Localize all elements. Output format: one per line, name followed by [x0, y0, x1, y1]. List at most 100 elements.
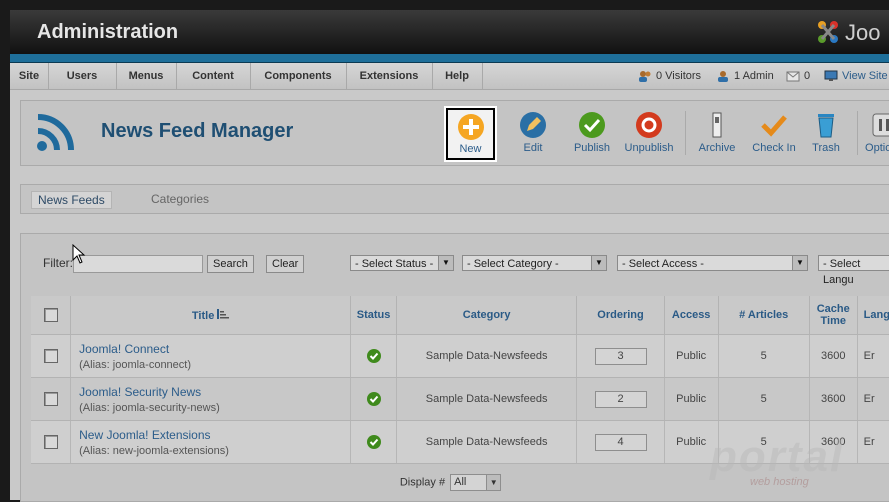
menu-site[interactable]: Site: [10, 63, 49, 89]
joomla-logo: Joo: [809, 18, 889, 48]
ordering-cell: 2: [576, 377, 665, 421]
column-articles[interactable]: # Articles: [718, 296, 810, 335]
feed-title-link[interactable]: Joomla! Connect: [79, 342, 350, 356]
stop-circle-icon: [636, 112, 662, 138]
sort-icon: [217, 308, 230, 319]
trash-button[interactable]: Trash: [798, 107, 854, 159]
admin-title: Administration: [37, 21, 179, 43]
pencil-icon: [520, 112, 546, 138]
checkin-button[interactable]: Check In: [746, 107, 802, 159]
category-cell: Sample Data-Newsfeeds: [396, 334, 578, 378]
menu-users[interactable]: Users: [48, 63, 117, 89]
admin-header: Administration Joo: [10, 10, 889, 54]
filter-label: Filter:: [43, 256, 73, 270]
new-button[interactable]: New: [444, 106, 497, 162]
feed-title-link[interactable]: Joomla! Security News: [79, 385, 350, 399]
status-cell: [350, 377, 397, 421]
column-status[interactable]: Status: [350, 296, 397, 335]
monitor-icon: [824, 70, 838, 82]
column-title[interactable]: Title: [70, 296, 352, 335]
edit-button[interactable]: Edit: [505, 107, 561, 159]
row-checkbox[interactable]: [43, 392, 58, 406]
published-icon[interactable]: [366, 435, 381, 449]
chevron-down-icon: ▼: [486, 475, 501, 490]
column-language[interactable]: Lang: [857, 296, 889, 335]
admins-status: 1 Admin: [716, 63, 774, 89]
joomla-logo-text: Joo: [845, 20, 881, 45]
rss-icon: [37, 114, 74, 151]
options-icon: [872, 113, 889, 137]
column-title-label: Title: [191, 309, 215, 322]
language-cell: Er: [857, 377, 889, 421]
row-select-cell: [31, 420, 72, 464]
display-count-select[interactable]: All ▼: [450, 474, 502, 491]
category-cell: Sample Data-Newsfeeds: [396, 420, 578, 464]
display-label: Display #: [399, 476, 446, 489]
plus-circle-icon: [457, 114, 484, 140]
language-cell: Er: [857, 334, 889, 378]
access-cell[interactable]: Public: [664, 377, 719, 421]
watermark-subtext: web hosting: [750, 476, 809, 488]
table-row: Joomla! Connect (Alias: joomla-connect) S…: [31, 334, 889, 378]
category-select[interactable]: - Select Category - ▼: [462, 255, 607, 271]
published-icon[interactable]: [366, 392, 381, 406]
status-select-value: - Select Status -: [355, 258, 434, 270]
admins-count: 1 Admin: [734, 70, 774, 82]
options-label: Options: [865, 142, 889, 154]
checkin-label: Check In: [752, 142, 796, 154]
menu-help[interactable]: Help: [432, 63, 483, 89]
mail-icon: [786, 71, 800, 82]
messages-status[interactable]: 0: [786, 63, 810, 89]
watermark-text: portal: [710, 432, 845, 481]
visitors-count: 0 Visitors: [656, 70, 702, 82]
options-button[interactable]: Options: [856, 107, 889, 159]
ordering-input[interactable]: 4: [594, 433, 647, 451]
feed-alias: (Alias: joomla-security-news): [79, 401, 220, 414]
published-icon[interactable]: [366, 349, 381, 363]
clear-button[interactable]: Clear: [266, 255, 305, 273]
menu-components[interactable]: Components: [250, 63, 347, 89]
status-select[interactable]: - Select Status - ▼: [350, 255, 454, 271]
header-accent-bar: [10, 54, 889, 63]
cache-cell: 3600: [809, 334, 858, 378]
menu-menus[interactable]: Menus: [116, 63, 177, 89]
search-button[interactable]: Search: [207, 255, 254, 273]
trash-label: Trash: [812, 142, 840, 154]
ordering-input[interactable]: 3: [594, 347, 647, 365]
chevron-down-icon: ▼: [792, 256, 807, 270]
ordering-input[interactable]: 2: [594, 390, 647, 408]
menu-content[interactable]: Content: [176, 63, 251, 89]
tab-categories[interactable]: Categories: [145, 191, 215, 207]
category-cell: Sample Data-Newsfeeds: [396, 377, 578, 421]
main-menu: Site Users Menus Content Components Exte…: [10, 63, 889, 90]
access-cell[interactable]: Public: [664, 334, 719, 378]
row-checkbox[interactable]: [43, 349, 58, 363]
feed-alias: (Alias: joomla-connect): [79, 358, 192, 371]
joomla-logo-icon: [818, 21, 838, 43]
checkmark-icon: [579, 112, 605, 138]
column-cache-time[interactable]: Cache Time: [809, 296, 858, 335]
view-site-link[interactable]: View Site: [824, 63, 888, 89]
column-access[interactable]: Access: [664, 296, 719, 335]
select-all-checkbox[interactable]: [43, 308, 58, 322]
ordering-cell: 3: [576, 334, 665, 378]
title-cell: New Joomla! Extensions (Alias: new-joomla…: [70, 420, 352, 464]
select-all-cell: [31, 296, 72, 335]
access-select[interactable]: - Select Access - ▼: [617, 255, 808, 271]
language-select[interactable]: - Select Langu: [818, 255, 889, 286]
messages-count: 0: [804, 70, 811, 82]
feed-title-link[interactable]: New Joomla! Extensions: [79, 428, 350, 442]
unpublish-button[interactable]: Unpublish: [621, 107, 677, 159]
submenu: News Feeds Categories: [20, 184, 889, 214]
menu-extensions[interactable]: Extensions: [346, 63, 433, 89]
row-checkbox[interactable]: [43, 435, 58, 449]
filter-input[interactable]: [73, 255, 203, 273]
archive-button[interactable]: Archive: [689, 107, 745, 159]
admin-user-icon: [718, 71, 728, 83]
view-site-label: View Site: [842, 70, 888, 82]
column-category[interactable]: Category: [396, 296, 578, 335]
tab-news-feeds[interactable]: News Feeds: [31, 191, 112, 209]
column-ordering[interactable]: Ordering: [576, 296, 665, 335]
check-icon: [761, 115, 787, 137]
publish-button[interactable]: Publish: [564, 107, 620, 159]
